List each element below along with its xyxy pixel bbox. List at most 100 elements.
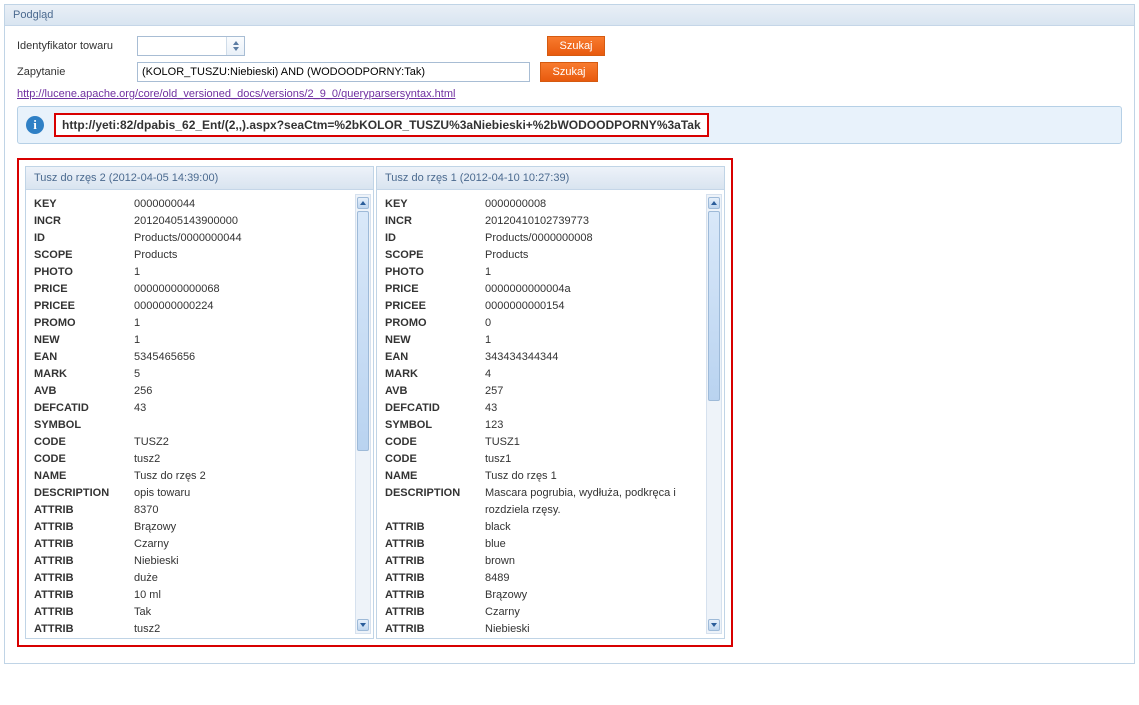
kv-row: ATTRIBNiebieski	[34, 553, 344, 570]
kv-value: Products/0000000044	[134, 230, 344, 247]
kv-key: ATTRIB	[34, 519, 134, 536]
scroll-thumb[interactable]	[708, 211, 720, 401]
kv-key: PHOTO	[34, 264, 134, 281]
search-query-button[interactable]: Szukaj	[540, 62, 598, 82]
kv-value: Products	[134, 247, 344, 264]
id-spinner[interactable]	[226, 37, 244, 55]
kv-value: 00000000000068	[134, 281, 344, 298]
kv-key: ATTRIB	[385, 621, 485, 638]
info-icon: i	[26, 116, 44, 134]
kv-row: SCOPEProducts	[385, 247, 695, 264]
scroll-up-icon[interactable]	[708, 197, 720, 209]
kv-row: ATTRIBblue	[385, 536, 695, 553]
search-id-button[interactable]: Szukaj	[547, 36, 605, 56]
kv-value: tusz1	[485, 451, 695, 468]
kv-key: KEY	[34, 196, 134, 213]
info-bar: i http://yeti:82/dpabis_62_Ent/(2,,).asp…	[17, 106, 1122, 144]
result-card: Tusz do rzęs 2 (2012-04-05 14:39:00) KEY…	[25, 166, 374, 639]
kv-key: ID	[385, 230, 485, 247]
kv-value: 0	[485, 315, 695, 332]
kv-key: CODE	[385, 434, 485, 451]
kv-value: 1	[485, 332, 695, 349]
kv-row: PHOTO1	[385, 264, 695, 281]
kv-value: 0000000000154	[485, 298, 695, 315]
request-url: http://yeti:82/dpabis_62_Ent/(2,,).aspx?…	[54, 113, 709, 137]
kv-row: ATTRIBduże	[34, 570, 344, 587]
kv-row: SYMBOL123	[385, 417, 695, 434]
kv-value: 5345465656	[134, 349, 344, 366]
kv-key: PROMO	[34, 315, 134, 332]
kv-table-1: KEY0000000008INCR20120410102739773IDProd…	[385, 196, 695, 638]
kv-key: NEW	[34, 332, 134, 349]
kv-value: tusz2	[134, 621, 344, 638]
kv-value: TUSZ2	[134, 434, 344, 451]
kv-row: SCOPEProducts	[34, 247, 344, 264]
kv-row: CODEtusz1	[385, 451, 695, 468]
kv-value: Products	[485, 247, 695, 264]
kv-row: ATTRIB10 ml	[34, 587, 344, 604]
kv-row: ATTRIBblack	[385, 519, 695, 536]
kv-row: SYMBOL	[34, 417, 344, 434]
kv-row: DEFCATID43	[34, 400, 344, 417]
scrollbar[interactable]	[706, 194, 722, 634]
kv-value: Tak	[134, 604, 344, 621]
kv-key: KEY	[385, 196, 485, 213]
id-input-wrapper	[137, 36, 245, 56]
kv-value: 5	[134, 366, 344, 383]
kv-value: 1	[134, 332, 344, 349]
kv-row: AVB257	[385, 383, 695, 400]
kv-value: 1	[485, 264, 695, 281]
kv-key: MARK	[385, 366, 485, 383]
kv-key: CODE	[34, 451, 134, 468]
scroll-up-icon[interactable]	[357, 197, 369, 209]
query-input[interactable]	[137, 62, 530, 82]
kv-key: MARK	[34, 366, 134, 383]
kv-key: PRICE	[385, 281, 485, 298]
kv-key: ATTRIB	[34, 604, 134, 621]
kv-key: ATTRIB	[34, 553, 134, 570]
scrollbar[interactable]	[355, 194, 371, 634]
kv-row: MARK5	[34, 366, 344, 383]
kv-row: ATTRIB8489	[385, 570, 695, 587]
kv-row: MARK4	[385, 366, 695, 383]
kv-row: NAMETusz do rzęs 1	[385, 468, 695, 485]
kv-key: INCR	[385, 213, 485, 230]
kv-row: IDProducts/0000000044	[34, 230, 344, 247]
result-body: KEY0000000008INCR20120410102739773IDProd…	[377, 190, 724, 638]
kv-row: ATTRIBBrązowy	[385, 587, 695, 604]
kv-value: 123	[485, 417, 695, 434]
kv-value: black	[485, 519, 695, 536]
id-input[interactable]	[138, 37, 226, 55]
kv-row: ATTRIBtusz2	[34, 621, 344, 638]
kv-key: ATTRIB	[385, 587, 485, 604]
kv-value: TUSZ1	[485, 434, 695, 451]
kv-key: ATTRIB	[385, 536, 485, 553]
kv-value: 0000000000004a	[485, 281, 695, 298]
kv-key: NAME	[385, 468, 485, 485]
result-card: Tusz do rzęs 1 (2012-04-10 10:27:39) KEY…	[376, 166, 725, 639]
kv-row: PRICE00000000000068	[34, 281, 344, 298]
kv-row: AVB256	[34, 383, 344, 400]
id-label: Identyfikator towaru	[17, 40, 137, 52]
kv-value: 0000000008	[485, 196, 695, 213]
kv-key: PRICEE	[385, 298, 485, 315]
kv-key: DESCRIPTION	[34, 485, 134, 502]
scroll-down-icon[interactable]	[708, 619, 720, 631]
kv-value: tusz2	[134, 451, 344, 468]
kv-row: PHOTO1	[34, 264, 344, 281]
result-title: Tusz do rzęs 2 (2012-04-05 14:39:00)	[26, 167, 373, 190]
scroll-down-icon[interactable]	[357, 619, 369, 631]
kv-key: ATTRIB	[34, 621, 134, 638]
kv-row: PRICE0000000000004a	[385, 281, 695, 298]
kv-value: 256	[134, 383, 344, 400]
kv-row: ATTRIBTak	[34, 604, 344, 621]
help-link[interactable]: http://lucene.apache.org/core/old_versio…	[17, 88, 455, 100]
kv-key: ATTRIB	[385, 553, 485, 570]
kv-key: DEFCATID	[34, 400, 134, 417]
kv-key: AVB	[385, 383, 485, 400]
kv-row: CODETUSZ1	[385, 434, 695, 451]
kv-row: NAMETusz do rzęs 2	[34, 468, 344, 485]
kv-key: CODE	[34, 434, 134, 451]
scroll-thumb[interactable]	[357, 211, 369, 451]
kv-value: Mascara pogrubia, wydłuża, podkręca i ro…	[485, 485, 695, 519]
